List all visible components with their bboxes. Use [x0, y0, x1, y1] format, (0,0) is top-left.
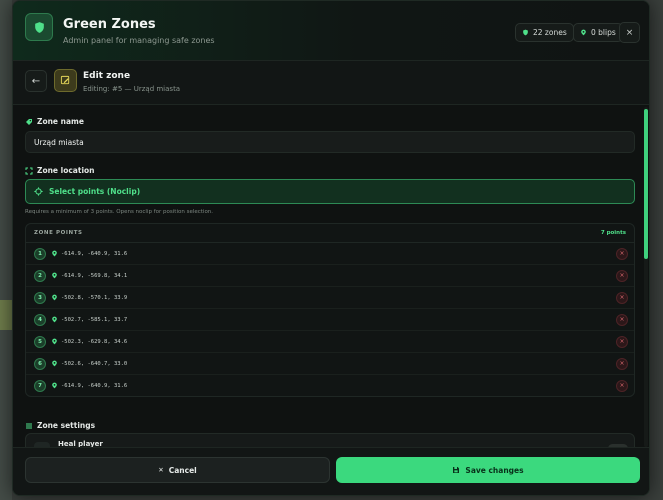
delete-point-button[interactable]: × [616, 247, 628, 260]
delete-point-button[interactable]: × [616, 313, 628, 326]
point-coordinates: -502.8, -570.1, 33.9 [61, 294, 128, 301]
zone-points-count: 7 points [600, 230, 626, 236]
zone-points-title: ZONE POINTS [34, 230, 83, 236]
blips-count-text: 0 blips [591, 28, 616, 37]
shield-small-icon [523, 29, 528, 36]
expand-icon [25, 167, 33, 174]
select-points-label: Select points (Noclip) [49, 187, 141, 196]
cancel-label: Cancel [168, 465, 197, 475]
table-row: 6 -502.6, -640.7, 33.0 × [26, 353, 634, 375]
delete-point-button[interactable]: × [616, 379, 628, 392]
zones-panel: Green Zones Admin panel for managing saf… [12, 0, 650, 496]
cancel-icon: ✕ [158, 466, 164, 474]
delete-point-button[interactable]: × [616, 357, 628, 370]
point-number: 5 [34, 335, 46, 348]
point-coordinates: -614.9, -569.8, 34.1 [61, 272, 128, 279]
zone-location-label-text: Zone location [37, 166, 95, 175]
zone-name-label-text: Zone name [37, 117, 84, 126]
select-points-button[interactable]: Select points (Noclip) [25, 179, 635, 204]
close-button[interactable]: × [619, 22, 640, 43]
zone-location-label: Zone location [25, 166, 95, 175]
point-coordinates: -614.9, -640.9, 31.6 [61, 250, 128, 257]
edit-icon [54, 69, 77, 92]
scrollbar[interactable] [644, 107, 648, 447]
zones-count-badge: 22 zones [515, 23, 574, 42]
pin-small-icon [581, 29, 586, 36]
save-label: Save changes [465, 465, 524, 475]
point-number: 3 [34, 291, 46, 304]
zone-points-list: ZONE POINTS 7 points 1 -614.9, -640.9, 31… [25, 223, 635, 397]
panel-header: Green Zones Admin panel for managing saf… [13, 1, 649, 61]
table-row: 2 -614.9, -569.8, 34.1 × [26, 265, 634, 287]
point-coordinates: -502.3, -629.8, 34.6 [61, 338, 128, 345]
location-hint: Requires a minimum of 3 points. Opens no… [25, 209, 214, 215]
table-row: 4 -502.7, -585.1, 33.7 × [26, 309, 634, 331]
delete-point-button[interactable]: × [616, 269, 628, 282]
point-coordinates: -502.7, -585.1, 33.7 [61, 316, 128, 323]
table-row: 5 -502.3, -629.8, 34.6 × [26, 331, 634, 353]
shield-icon [25, 13, 53, 41]
point-coordinates: -502.6, -640.7, 33.0 [61, 360, 128, 367]
sliders-icon [26, 423, 32, 428]
scrollbar-thumb[interactable] [644, 109, 648, 259]
pin-icon [52, 294, 57, 301]
point-coordinates: -614.9, -640.9, 31.6 [61, 382, 128, 389]
back-button[interactable]: ← [25, 70, 47, 92]
zone-points-header: ZONE POINTS 7 points [26, 224, 634, 243]
pin-icon [52, 272, 57, 279]
blips-count-badge: 0 blips [573, 23, 623, 42]
app-title: Green Zones [63, 17, 156, 32]
point-number: 7 [34, 379, 46, 392]
crosshair-icon [34, 187, 43, 196]
zones-count-text: 22 zones [533, 28, 567, 37]
point-number: 2 [34, 269, 46, 282]
save-icon [453, 467, 460, 473]
zone-name-label: Zone name [25, 117, 84, 126]
tag-icon [26, 118, 32, 125]
pin-icon [52, 382, 57, 389]
pin-icon [52, 316, 57, 323]
pin-icon [52, 250, 57, 257]
app-subtitle: Admin panel for managing safe zones [63, 36, 215, 45]
edit-subtitle: Editing: #5 — Urząd miasta [83, 85, 181, 93]
background-left [0, 0, 12, 500]
point-number: 6 [34, 357, 46, 370]
zone-settings-label-text: Zone settings [37, 421, 96, 430]
delete-point-button[interactable]: × [616, 335, 628, 348]
background-grass [0, 300, 12, 330]
cancel-button[interactable]: ✕ Cancel [25, 457, 330, 483]
point-number: 4 [34, 313, 46, 326]
edit-header: ← Edit zone Editing: #5 — Urząd miasta [13, 61, 649, 105]
zone-name-input[interactable]: Urząd miasta [25, 131, 635, 153]
panel-footer: ✕ Cancel Save changes [13, 447, 649, 495]
table-row: 3 -502.8, -570.1, 33.9 × [26, 287, 634, 309]
table-row: 7 -614.9, -640.9, 31.6 × [26, 375, 634, 396]
zone-settings-label: Zone settings [25, 421, 95, 430]
save-button[interactable]: Save changes [336, 457, 640, 483]
delete-point-button[interactable]: × [616, 291, 628, 304]
table-row: 1 -614.9, -640.9, 31.6 × [26, 243, 634, 265]
pin-icon [52, 360, 57, 367]
point-number: 1 [34, 247, 46, 260]
edit-title: Edit zone [83, 71, 131, 81]
pin-icon [52, 338, 57, 345]
